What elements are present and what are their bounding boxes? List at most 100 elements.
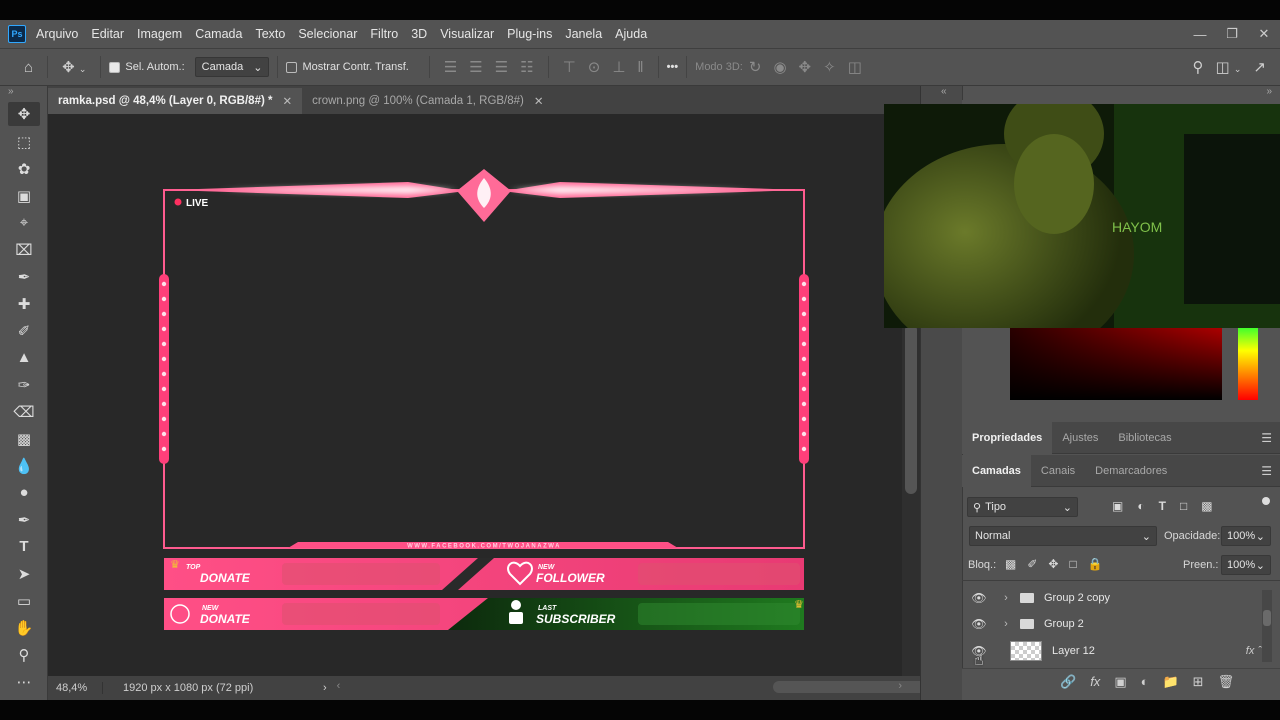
layer-row-group-2-copy[interactable]: 👁 › Group 2 copy [962,585,1262,611]
lock-artboard-icon[interactable]: □ [1069,557,1076,571]
scale-3d-icon[interactable]: ◫ [848,58,862,76]
layers-scrollbar[interactable] [1262,590,1272,662]
adjustment-filter-icon[interactable]: ◐ [1137,499,1144,513]
layer-row-group-2[interactable]: 👁 › Group 2 [962,611,1262,637]
distribute-icon[interactable]: ☷ [520,58,533,76]
dodge-tool-icon[interactable]: ● [0,479,48,506]
tab-ramka[interactable]: ramka.psd @ 48,4% (Layer 0, RGB/8#) * ✕ [48,88,303,114]
align-right-icon[interactable]: ☰ [495,58,508,76]
close-icon[interactable]: ✕ [1248,26,1280,42]
smart-object-filter-icon[interactable]: ▩ [1201,499,1212,513]
layer-filter-dropdown[interactable]: ⚲ Tipo ⌄ [967,497,1078,517]
tab-crown[interactable]: crown.png @ 100% (Camada 1, RGB/8#) ✕ [302,88,553,114]
menu-selecionar[interactable]: Selecionar [298,27,357,41]
adjustment-layer-icon[interactable]: ◐ [1141,674,1149,690]
slide-3d-icon[interactable]: ✧ [823,58,836,76]
home-icon[interactable]: ⌂ [24,59,33,76]
align-center-icon[interactable]: ☰ [469,58,482,76]
lock-transparency-icon[interactable]: ▩ [1005,557,1016,571]
canvas-area[interactable]: LIVE WWW.FACEBOOK.COM/TWOJANAZWA TOP DON… [48,114,902,676]
path-selection-tool-icon[interactable]: ➤ [0,560,48,587]
menu-filtro[interactable]: Filtro [370,27,398,41]
crop-tool-icon[interactable]: ⌖ [0,209,48,236]
transform-controls-checkbox[interactable] [286,61,298,73]
eye-icon[interactable]: 👁 [962,591,996,605]
stream-overlay-artwork[interactable]: LIVE WWW.FACEBOOK.COM/TWOJANAZWA TOP DON… [158,164,818,634]
collapse-panel-icon[interactable]: » [0,86,47,100]
tab-propriedades[interactable]: Propriedades [962,421,1053,454]
lock-all-icon[interactable]: 🔒 [1088,557,1103,571]
frame-tool-icon[interactable]: ⌧ [0,236,48,263]
brush-tool-icon[interactable]: ✐ [0,317,48,344]
hue-slider[interactable] [1238,326,1258,400]
menu-3d[interactable]: 3D [411,27,427,41]
photoshop-logo-icon[interactable]: Ps [8,25,26,43]
panel-menu-icon[interactable]: ☰ [1261,431,1272,445]
horizontal-scrollbar[interactable]: ‹ › [327,676,973,700]
align-middle-icon[interactable]: ⊙ [588,58,601,76]
align-left-icon[interactable]: ☰ [444,58,457,76]
menu-editar[interactable]: Editar [91,27,124,41]
eyedropper-tool-icon[interactable]: ✒ [0,263,48,290]
lasso-tool-icon[interactable]: ✿ [0,155,48,182]
menu-visualizar[interactable]: Visualizar [440,27,494,41]
menu-texto[interactable]: Texto [255,27,285,41]
zoom-tool-icon[interactable]: ⚲ [0,641,48,668]
search-icon[interactable]: ⚲ [1193,58,1204,76]
orbit-3d-icon[interactable]: ↻ [749,58,762,76]
history-brush-tool-icon[interactable]: ✑ [0,371,48,398]
fill-field[interactable]: 100% ⌄ [1221,555,1271,575]
scroll-thumb[interactable] [905,324,917,494]
expand-chevron-icon[interactable]: › [996,592,1016,604]
healing-brush-tool-icon[interactable]: ✚ [0,290,48,317]
close-tab-icon[interactable]: ✕ [282,94,292,108]
align-bottom-icon[interactable]: ⊥ [612,58,625,76]
stamp-tool-icon[interactable]: ▲ [0,344,48,371]
image-filter-icon[interactable]: ▣ [1112,499,1123,513]
close-tab-icon[interactable]: ✕ [534,94,544,108]
more-tools-icon[interactable]: ⋯ [0,668,48,695]
tab-ajustes[interactable]: Ajustes [1052,422,1108,454]
menu-plugins[interactable]: Plug-ins [507,27,552,41]
workspace-icon[interactable]: ◫ ⌄ [1216,58,1242,76]
scroll-right-icon[interactable]: › [898,680,902,692]
pen-tool-icon[interactable]: ✒ [0,506,48,533]
blur-tool-icon[interactable]: 💧 [0,452,48,479]
scroll-left-icon[interactable]: ‹ [337,680,341,692]
tab-bibliotecas[interactable]: Bibliotecas [1108,422,1181,454]
scroll-thumb[interactable] [1263,610,1271,626]
tab-demarcadores[interactable]: Demarcadores [1085,455,1177,487]
lock-position-icon[interactable]: ✥ [1048,557,1058,571]
type-tool-icon[interactable]: T [0,533,48,560]
auto-select-checkbox[interactable] [109,61,121,73]
new-layer-icon[interactable]: ⊞ [1193,674,1204,690]
expand-panel-icon[interactable]: » [1266,86,1272,97]
tab-camadas[interactable]: Camadas [962,454,1031,487]
roll-3d-icon[interactable]: ◉ [773,58,786,76]
shape-filter-icon[interactable]: □ [1180,499,1187,513]
color-field[interactable] [1010,326,1222,400]
menu-imagem[interactable]: Imagem [137,27,182,41]
menu-arquivo[interactable]: Arquivo [36,27,78,41]
filter-toggle[interactable] [1262,497,1270,505]
auto-select-dropdown[interactable]: Camada ⌄ [194,57,270,77]
link-layers-icon[interactable]: 🔗 [1060,674,1076,690]
tab-canais[interactable]: Canais [1031,455,1085,487]
layer-mask-icon[interactable]: ▣ [1114,674,1126,690]
collapse-panel-icon[interactable]: « [941,86,947,97]
align-top-icon[interactable]: ⊤ [563,58,576,76]
fx-badge[interactable]: fx [1246,645,1255,657]
rectangle-tool-icon[interactable]: ▭ [0,587,48,614]
gradient-tool-icon[interactable]: ▩ [0,425,48,452]
move-tool-icon[interactable]: ✥ [8,102,40,126]
eye-icon[interactable]: 👁 [962,617,996,631]
menu-camada[interactable]: Camada [195,27,242,41]
new-group-icon[interactable]: 📁 [1162,674,1178,690]
object-select-tool-icon[interactable]: ▣ [0,182,48,209]
menu-ajuda[interactable]: Ajuda [615,27,647,41]
distribute-vertical-icon[interactable]: ‖ [637,59,643,76]
fx-icon[interactable]: fx [1090,674,1100,690]
panel-menu-icon[interactable]: ☰ [1261,464,1272,478]
opacity-field[interactable]: 100% ⌄ [1221,526,1271,546]
share-icon[interactable]: ↗ [1253,58,1266,76]
